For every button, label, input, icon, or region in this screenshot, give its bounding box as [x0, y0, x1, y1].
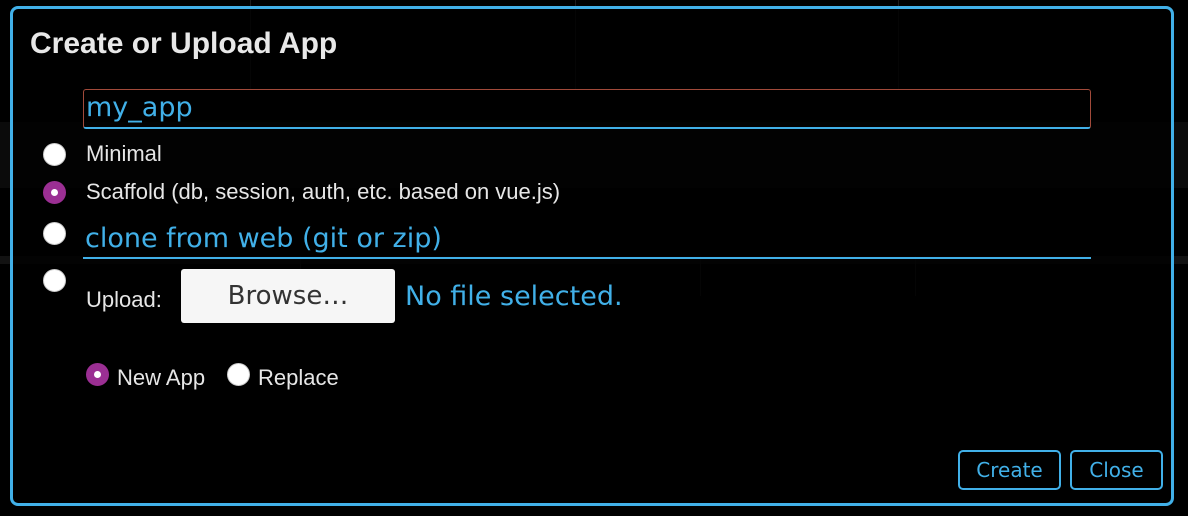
- create-upload-app-dialog: Create or Upload App Minimal Scaffold (d…: [10, 6, 1174, 506]
- radio-clone[interactable]: [43, 222, 66, 245]
- radio-new-app[interactable]: [86, 363, 109, 386]
- upload-label: Upload:: [86, 287, 162, 312]
- create-button[interactable]: Create: [958, 450, 1061, 490]
- dialog-title: Create or Upload App: [30, 27, 338, 60]
- close-button[interactable]: Close: [1070, 450, 1163, 490]
- radio-upload[interactable]: [43, 269, 66, 292]
- file-status: No file selected.: [405, 281, 623, 312]
- clone-url-input[interactable]: [83, 221, 1091, 259]
- browse-button[interactable]: Browse…: [181, 269, 395, 323]
- minimal-label: Minimal: [86, 141, 162, 166]
- radio-scaffold[interactable]: [43, 181, 66, 204]
- scaffold-label: Scaffold (db, session, auth, etc. based …: [86, 179, 561, 204]
- new-app-label: New App: [117, 365, 206, 390]
- replace-label: Replace: [258, 365, 339, 390]
- radio-minimal[interactable]: [43, 143, 66, 166]
- app-name-input[interactable]: [83, 89, 1091, 129]
- radio-replace[interactable]: [227, 363, 250, 386]
